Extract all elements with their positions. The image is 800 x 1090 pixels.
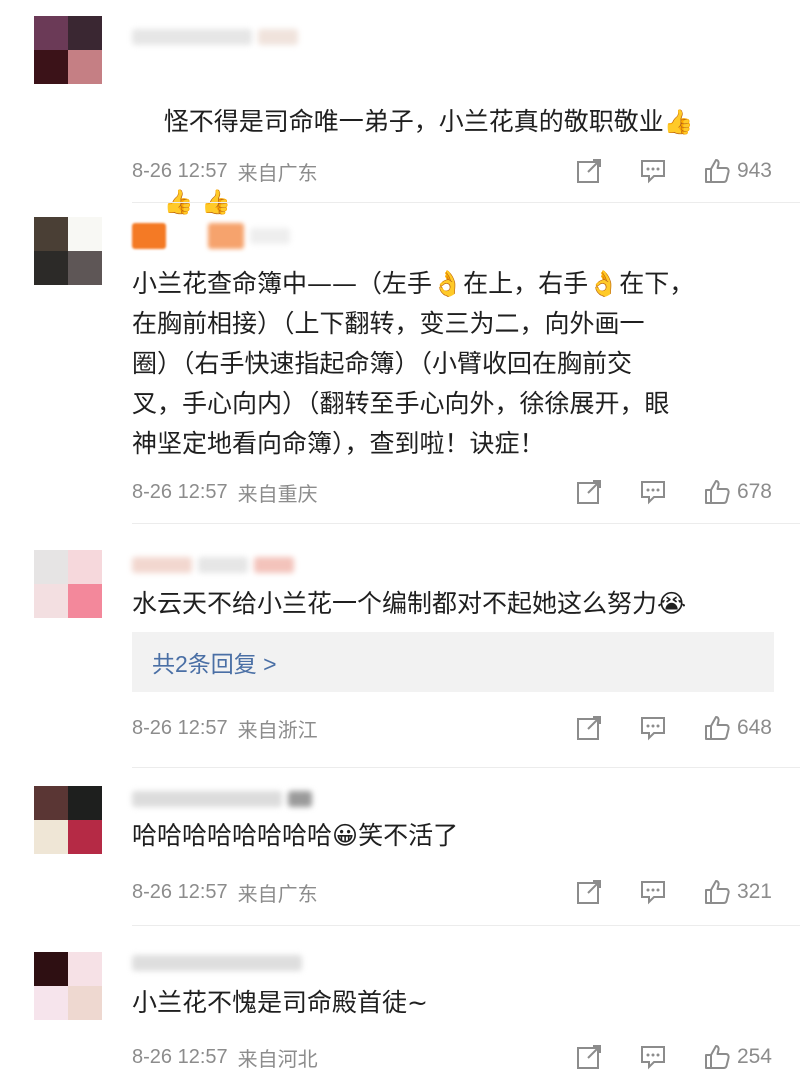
- avatar-block: [34, 820, 68, 854]
- like-count: 321: [736, 880, 772, 903]
- comment-location: 来自重庆: [237, 481, 318, 506]
- comment-time: 8-26 12:57: [132, 880, 228, 903]
- comment-text: 水云天不给小兰花一个编制都对不起她这么努力😭: [132, 589, 687, 618]
- avatar-block: [34, 217, 68, 251]
- avatar-block: [68, 251, 102, 285]
- view-replies-link[interactable]: 共2条回复 >: [152, 645, 277, 679]
- comment-location: 来自广东: [237, 160, 318, 185]
- thumbs-up-icon: [704, 1045, 730, 1069]
- like-button[interactable]: 648: [703, 714, 772, 742]
- comment-time: 8-26 12:57: [132, 716, 228, 739]
- comment-icon[interactable]: [639, 1043, 667, 1071]
- avatar[interactable]: [34, 550, 102, 618]
- username-blurred[interactable]: [132, 221, 322, 251]
- thumbs-up-icon: [704, 716, 730, 740]
- comment-text: 小兰花查命簿中——（左手👌在上，右手👌在下， 在胸前相接）（上下翻转，变三为二，…: [132, 269, 695, 458]
- comment-icon[interactable]: [639, 714, 667, 742]
- comment-2: 小兰花查命簿中——（左手👌在上，右手👌在下， 在胸前相接）（上下翻转，变三为二，…: [0, 203, 800, 524]
- comment-meta: 8-26 12:57 来自浙江 648: [132, 713, 772, 743]
- comment-actions: 648: [575, 714, 772, 742]
- like-button[interactable]: 321: [703, 878, 772, 906]
- share-icon[interactable]: [575, 157, 603, 185]
- avatar-block: [68, 50, 102, 84]
- comment-meta: 8-26 12:57 来自重庆 678: [132, 477, 772, 507]
- share-icon[interactable]: [575, 878, 603, 906]
- replies-box[interactable]: 共2条回复 >: [132, 632, 774, 692]
- comment-time: 8-26 12:57: [132, 1045, 228, 1068]
- share-icon[interactable]: [575, 478, 603, 506]
- avatar-block: [68, 986, 102, 1020]
- like-count: 254: [736, 1045, 772, 1068]
- avatar-block: [34, 786, 68, 820]
- comment-icon[interactable]: [639, 478, 667, 506]
- comment-text: 哈哈哈哈哈哈哈哈😀笑不活了: [132, 821, 459, 850]
- like-count: 678: [736, 480, 772, 503]
- comment-location: 来自浙江: [237, 717, 318, 742]
- avatar-block: [68, 584, 102, 618]
- avatar-block: [68, 952, 102, 986]
- avatar-block: [34, 550, 68, 584]
- comment-actions: 254: [575, 1043, 772, 1071]
- comment-5: 小兰花不愧是司命殿首徒~ 8-26 12:57 来自河北 254: [0, 928, 800, 1090]
- avatar[interactable]: [34, 217, 102, 285]
- comment-4: 哈哈哈哈哈哈哈哈😀笑不活了 8-26 12:57 来自广东 321: [0, 768, 800, 928]
- username-blurred[interactable]: [132, 948, 322, 978]
- avatar-block: [34, 50, 68, 84]
- like-button[interactable]: 943: [703, 157, 772, 185]
- avatar-block: [68, 550, 102, 584]
- avatar[interactable]: [34, 952, 102, 1020]
- comment-meta: 8-26 12:57 来自河北 254: [132, 1042, 772, 1072]
- comment-actions: 678: [575, 478, 772, 506]
- divider: [132, 925, 800, 926]
- avatar-block: [34, 16, 68, 50]
- comment-text-line: 怪不得是司命唯一弟子，小兰花真的敬职敬业: [163, 107, 664, 136]
- comment-time: 8-26 12:57: [132, 159, 228, 182]
- comment-time: 8-26 12:57: [132, 480, 228, 503]
- avatar-block: [68, 786, 102, 820]
- avatar[interactable]: [34, 16, 102, 84]
- comment-actions: 321: [575, 878, 772, 906]
- avatar-block: [34, 584, 68, 618]
- comment-3: 水云天不给小兰花一个编制都对不起她这么努力😭 共2条回复 > 8-26 12:5…: [0, 524, 800, 768]
- thumbs-up-icon: [704, 480, 730, 504]
- like-count: 648: [736, 716, 772, 739]
- avatar-block: [34, 251, 68, 285]
- comment-meta: 8-26 12:57 来自广东 943: [132, 156, 772, 186]
- like-button[interactable]: 254: [703, 1043, 772, 1071]
- comment-icon[interactable]: [639, 157, 667, 185]
- comment-text: 小兰花不愧是司命殿首徒~: [132, 988, 428, 1017]
- thumbs-up-emoji: 👍: [663, 108, 694, 136]
- comment-location: 来自广东: [237, 881, 318, 906]
- thumbs-up-icon: [704, 159, 730, 183]
- avatar[interactable]: [34, 786, 102, 854]
- comment-icon[interactable]: [639, 878, 667, 906]
- share-icon[interactable]: [575, 1043, 603, 1071]
- thumbs-up-icon: [704, 880, 730, 904]
- avatar-block: [68, 217, 102, 251]
- avatar-block: [34, 986, 68, 1020]
- like-button[interactable]: 678: [703, 478, 772, 506]
- avatar-block: [68, 820, 102, 854]
- comment-meta: 8-26 12:57 来自广东 321: [132, 877, 772, 907]
- avatar-block: [68, 16, 102, 50]
- username-blurred[interactable]: [132, 784, 322, 814]
- share-icon[interactable]: [575, 714, 603, 742]
- avatar-block: [34, 952, 68, 986]
- comment-location: 来自河北: [237, 1046, 318, 1071]
- comment-actions: 943: [575, 157, 772, 185]
- like-count: 943: [736, 159, 772, 182]
- username-blurred[interactable]: [132, 550, 322, 580]
- username-blurred[interactable]: [132, 22, 322, 52]
- comment-1: 怪不得是司命唯一弟子，小兰花真的敬职敬业👍 👍 👍 8-26 12:57 来自广…: [0, 0, 800, 216]
